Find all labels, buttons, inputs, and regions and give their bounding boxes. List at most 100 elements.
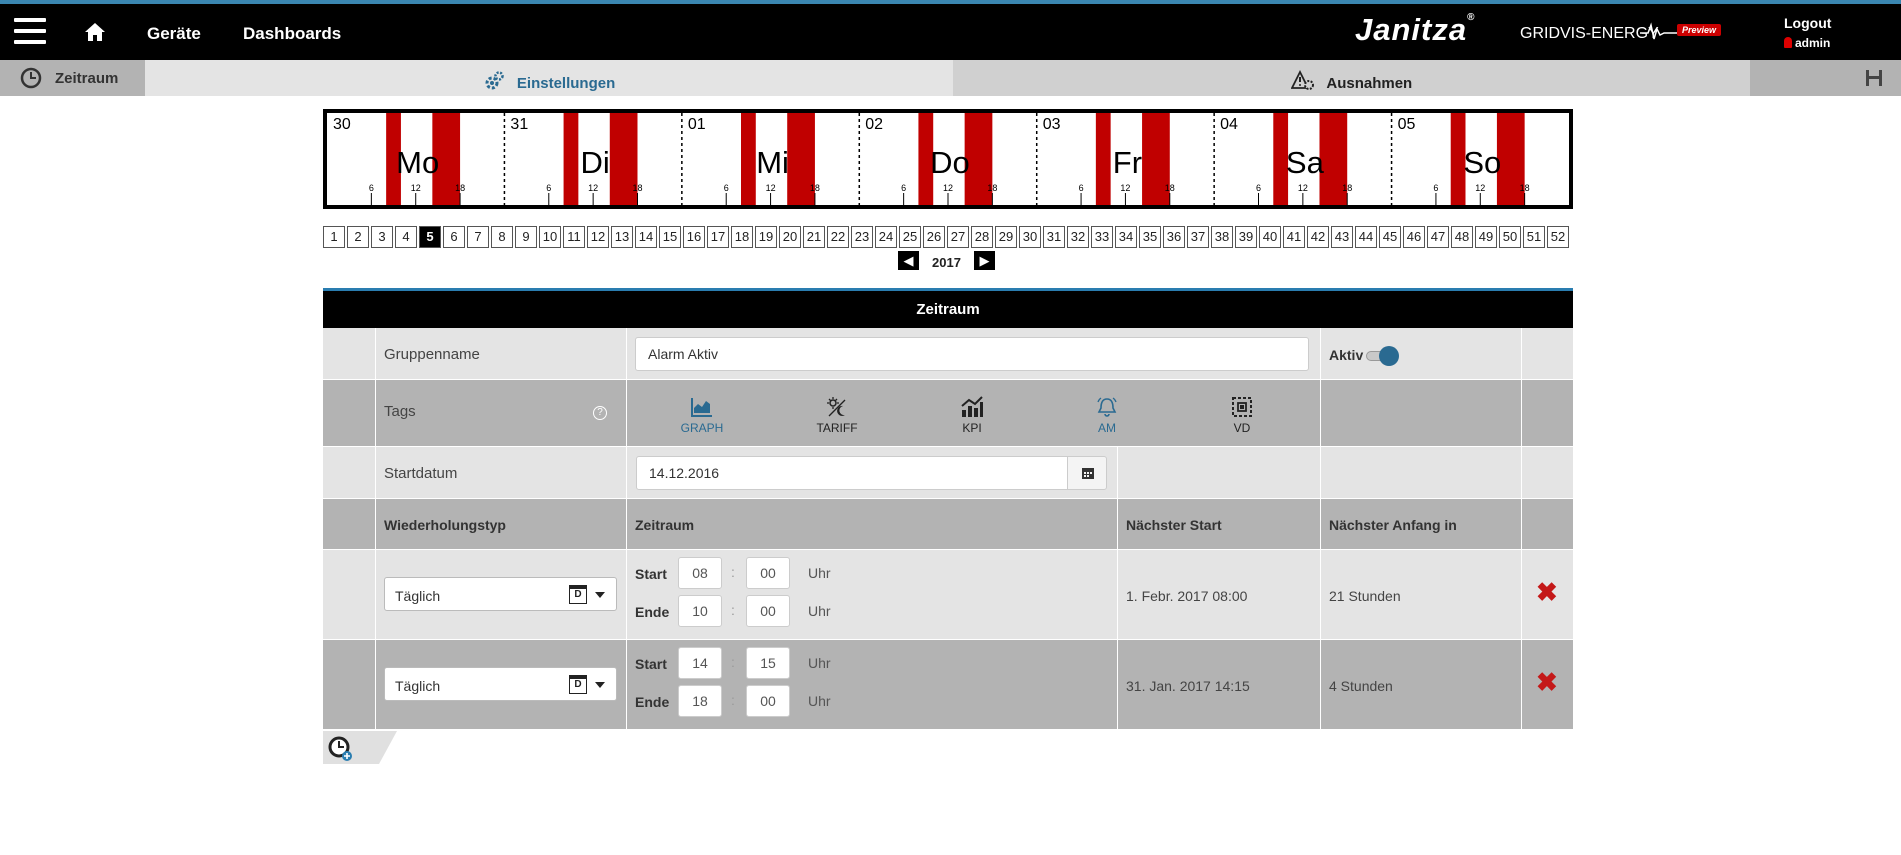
active-interval-bar[interactable] bbox=[741, 113, 756, 205]
week-page-button[interactable]: 18 bbox=[731, 226, 753, 248]
week-page-button[interactable]: 31 bbox=[1043, 226, 1065, 248]
week-page-button[interactable]: 16 bbox=[683, 226, 705, 248]
uhr-label: Uhr bbox=[808, 603, 831, 619]
week-page-button[interactable]: 14 bbox=[635, 226, 657, 248]
week-page-button[interactable]: 47 bbox=[1427, 226, 1449, 248]
week-page-button[interactable]: 5 bbox=[419, 226, 441, 248]
week-page-button[interactable]: 3 bbox=[371, 226, 393, 248]
aktiv-toggle[interactable] bbox=[1366, 346, 1400, 366]
next-year-button[interactable]: ▶ bbox=[974, 251, 995, 270]
tab-ausnahmen[interactable]: Ausnahmen bbox=[953, 60, 1750, 96]
week-page-button[interactable]: 28 bbox=[971, 226, 993, 248]
week-page-button[interactable]: 13 bbox=[611, 226, 633, 248]
week-page-button[interactable]: 17 bbox=[707, 226, 729, 248]
week-page-button[interactable]: 21 bbox=[803, 226, 825, 248]
week-page-button[interactable]: 11 bbox=[563, 226, 585, 248]
week-page-button[interactable]: 33 bbox=[1091, 226, 1113, 248]
week-page-button[interactable]: 29 bbox=[995, 226, 1017, 248]
week-page-button[interactable]: 36 bbox=[1163, 226, 1185, 248]
week-page-button[interactable]: 10 bbox=[539, 226, 561, 248]
end-minute-input[interactable]: 00 bbox=[746, 685, 790, 717]
week-page-button[interactable]: 6 bbox=[443, 226, 465, 248]
help-icon[interactable]: ? bbox=[593, 406, 607, 420]
tab-zeitraum[interactable]: Zeitraum bbox=[0, 60, 145, 96]
week-page-button[interactable]: 4 bbox=[395, 226, 417, 248]
startdatum-input[interactable] bbox=[636, 456, 1068, 490]
week-page-button[interactable]: 43 bbox=[1331, 226, 1353, 248]
save-icon[interactable] bbox=[1865, 69, 1883, 87]
repeat-type-select[interactable]: Täglich D bbox=[384, 667, 617, 701]
week-page-button[interactable]: 45 bbox=[1379, 226, 1401, 248]
week-page-button[interactable]: 8 bbox=[491, 226, 513, 248]
week-page-button[interactable]: 24 bbox=[875, 226, 897, 248]
col-wiederholungstyp-label: Wiederholungstyp bbox=[384, 517, 506, 533]
week-page-button[interactable]: 44 bbox=[1355, 226, 1377, 248]
start-minute-input[interactable]: 00 bbox=[746, 557, 790, 589]
week-timeline[interactable]: 30 Mo 6 12 18 31 Di 6 12 18 01 Mi 6 12 18 02 Do 6 12 18 03 Fr… bbox=[323, 109, 1573, 209]
week-page-button[interactable]: 1 bbox=[323, 226, 345, 248]
tag-graph[interactable]: GRAPH bbox=[662, 396, 742, 435]
active-interval-bar[interactable] bbox=[563, 113, 579, 205]
week-page-button[interactable]: 27 bbox=[947, 226, 969, 248]
week-page-button[interactable]: 20 bbox=[779, 226, 801, 248]
start-label: Start bbox=[635, 656, 667, 672]
week-page-button[interactable]: 9 bbox=[515, 226, 537, 248]
week-page-button[interactable]: 49 bbox=[1475, 226, 1497, 248]
tab-einstellungen[interactable]: Einstellungen bbox=[145, 60, 953, 96]
start-hour-input[interactable]: 14 bbox=[678, 647, 722, 679]
week-page-button[interactable]: 30 bbox=[1019, 226, 1041, 248]
week-page-button[interactable]: 7 bbox=[467, 226, 489, 248]
repeat-type-select[interactable]: Täglich D bbox=[384, 577, 617, 611]
week-page-button[interactable]: 52 bbox=[1547, 226, 1569, 248]
delete-schedule-button[interactable]: ✖ bbox=[1536, 667, 1558, 698]
tag-kpi[interactable]: KPI bbox=[932, 396, 1012, 435]
active-interval-bar[interactable] bbox=[1095, 113, 1111, 205]
tag-vd[interactable]: VD bbox=[1202, 396, 1282, 435]
add-schedule-tab[interactable] bbox=[323, 731, 397, 764]
nav-geraete[interactable]: Geräte bbox=[147, 24, 201, 44]
week-page-button[interactable]: 15 bbox=[659, 226, 681, 248]
week-page-button[interactable]: 48 bbox=[1451, 226, 1473, 248]
week-page-button[interactable]: 34 bbox=[1115, 226, 1137, 248]
warning-gear-icon bbox=[1290, 70, 1314, 90]
week-page-button[interactable]: 25 bbox=[899, 226, 921, 248]
week-page-button[interactable]: 39 bbox=[1235, 226, 1257, 248]
tag-am[interactable]: AM bbox=[1067, 396, 1147, 435]
prev-year-button[interactable]: ◀ bbox=[898, 251, 919, 270]
logout-link[interactable]: Logout bbox=[1784, 15, 1831, 31]
home-icon[interactable] bbox=[83, 21, 107, 43]
week-page-button[interactable]: 50 bbox=[1499, 226, 1521, 248]
week-page-button[interactable]: 26 bbox=[923, 226, 945, 248]
hour-tick-label: 6 bbox=[546, 183, 551, 193]
calendar-button[interactable] bbox=[1067, 456, 1107, 490]
start-hour-input[interactable]: 08 bbox=[678, 557, 722, 589]
groupname-input[interactable] bbox=[635, 337, 1309, 371]
week-page-button[interactable]: 51 bbox=[1523, 226, 1545, 248]
start-minute-input[interactable]: 15 bbox=[746, 647, 790, 679]
week-page-button[interactable]: 37 bbox=[1187, 226, 1209, 248]
week-page-button[interactable]: 38 bbox=[1211, 226, 1233, 248]
week-page-button[interactable]: 23 bbox=[851, 226, 873, 248]
user-label[interactable]: admin bbox=[1784, 36, 1830, 50]
week-page-button[interactable]: 35 bbox=[1139, 226, 1161, 248]
day-date-label: 03 bbox=[1043, 116, 1061, 133]
delete-schedule-button[interactable]: ✖ bbox=[1536, 577, 1558, 608]
end-hour-input[interactable]: 18 bbox=[678, 685, 722, 717]
week-page-button[interactable]: 46 bbox=[1403, 226, 1425, 248]
week-page-button[interactable]: 19 bbox=[755, 226, 777, 248]
week-page-button[interactable]: 42 bbox=[1307, 226, 1329, 248]
week-page-button[interactable]: 22 bbox=[827, 226, 849, 248]
end-hour-input[interactable]: 10 bbox=[678, 595, 722, 627]
week-page-button[interactable]: 41 bbox=[1283, 226, 1305, 248]
calendar-day-icon: D bbox=[569, 585, 587, 604]
end-minute-input[interactable]: 00 bbox=[746, 595, 790, 627]
week-page-button[interactable]: 2 bbox=[347, 226, 369, 248]
week-page-button[interactable]: 40 bbox=[1259, 226, 1281, 248]
schedule-row: Täglich D Start 14:15 Uhr Ende 18:00 Uhr 31. Jan… bbox=[323, 640, 1573, 730]
week-page-button[interactable]: 32 bbox=[1067, 226, 1089, 248]
menu-icon[interactable] bbox=[14, 18, 46, 44]
hour-tick-label: 18 bbox=[1520, 183, 1530, 193]
nav-dashboards[interactable]: Dashboards bbox=[243, 24, 341, 44]
week-page-button[interactable]: 12 bbox=[587, 226, 609, 248]
tag-tariff[interactable]: TARIFF bbox=[797, 396, 877, 435]
